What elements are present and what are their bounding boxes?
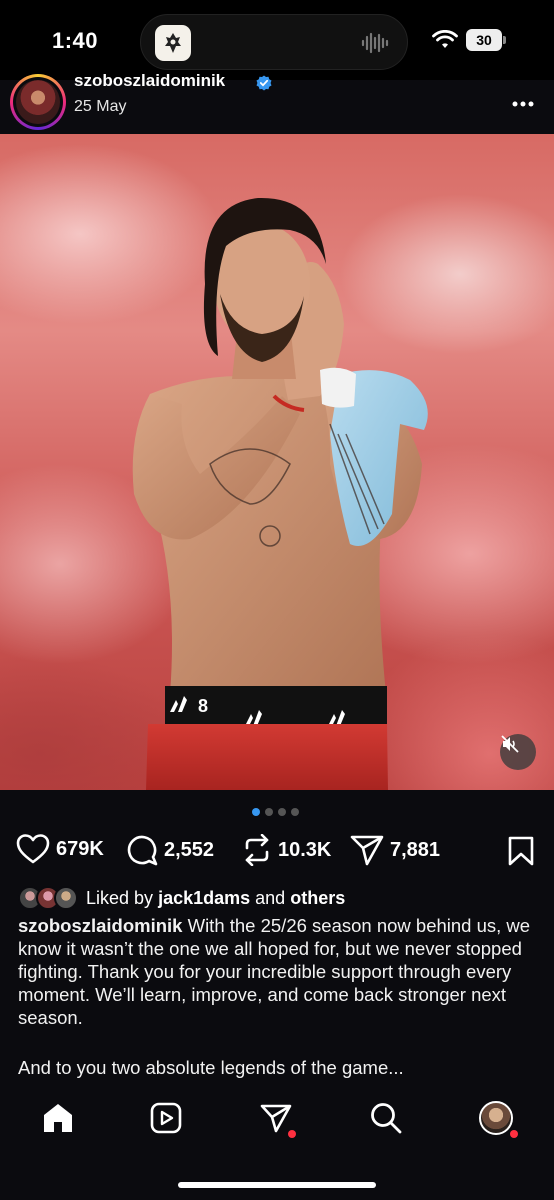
like-button[interactable]: 679K [16,834,104,864]
post-username[interactable]: szoboszlaidominik [74,74,225,88]
action-bar: 679K 2,552 10.3K 7,881 [16,834,538,868]
nav-messages[interactable] [258,1100,296,1138]
caption-second-paragraph[interactable]: And to you two absolute legends of the g… [18,1056,538,1079]
send-icon [260,1104,292,1133]
verified-icon [256,75,272,96]
liked-by-prefix: Liked by [86,887,154,908]
carousel-dot [265,808,273,816]
nav-search[interactable] [368,1100,404,1136]
dynamic-island[interactable] [140,14,408,70]
post-header: szoboszlaidominik 25 May [0,74,554,134]
liked-by-avatars [18,886,78,910]
post-media[interactable]: 8 [0,134,554,790]
repost-icon [245,834,269,866]
liked-by-row[interactable]: Liked by jack1dams and others [18,886,345,910]
like-count: 679K [56,837,104,860]
post-details: 679K 2,552 10.3K 7,881 Liked by jack1dam… [0,790,554,1084]
comment-icon [127,835,158,866]
profile-avatar [479,1101,513,1135]
story-avatar[interactable] [10,74,66,130]
liked-by-others[interactable]: others [290,888,345,909]
nav-home[interactable] [40,1100,76,1136]
comment-count: 2,552 [164,838,215,861]
bottom-navigation [0,1084,554,1200]
repost-count: 10.3K [278,838,332,861]
carousel-dot-active [252,808,260,816]
bookmark-icon [508,836,534,866]
status-bar: 1:40 30 [0,0,554,80]
status-time: 1:40 [52,28,99,53]
shirt-number: 8 [198,696,208,716]
heart-icon [16,834,50,864]
avatar [16,80,60,124]
wifi-icon [432,29,458,55]
post-caption: szoboszlaidominik With the 25/26 season … [18,914,538,1029]
more-icon [512,101,534,107]
nav-profile[interactable] [478,1100,518,1138]
share-button[interactable]: 7,881 [350,834,440,866]
comment-button[interactable]: 2,552 [126,834,214,866]
carousel-dot [278,808,286,816]
mute-icon [501,735,519,753]
notification-dot [510,1130,518,1138]
battery-indicator: 30 [466,29,506,51]
search-icon [371,1103,402,1134]
carousel-indicator [252,808,299,816]
player-photo: 8 [132,197,428,790]
post-date: 25 May [74,98,127,115]
repost-button[interactable]: 10.3K [242,834,331,866]
reels-icon [150,1102,182,1134]
home-indicator[interactable] [178,1182,376,1188]
carousel-dot [291,808,299,816]
more-options-button[interactable] [512,90,534,113]
save-button[interactable] [508,836,534,871]
home-icon [44,1104,72,1132]
share-count: 7,881 [390,838,441,861]
liked-by-user[interactable]: jack1dams [158,888,250,909]
now-playing-app-icon [155,25,191,61]
nav-reels[interactable] [148,1100,184,1136]
notification-dot [288,1130,296,1138]
caption-username[interactable]: szoboszlaidominik [18,915,182,936]
liked-by-connector: and [255,887,286,908]
share-icon [350,835,384,866]
mute-button[interactable] [500,734,536,770]
audio-wave-icon [361,31,389,60]
avatar [54,886,78,910]
